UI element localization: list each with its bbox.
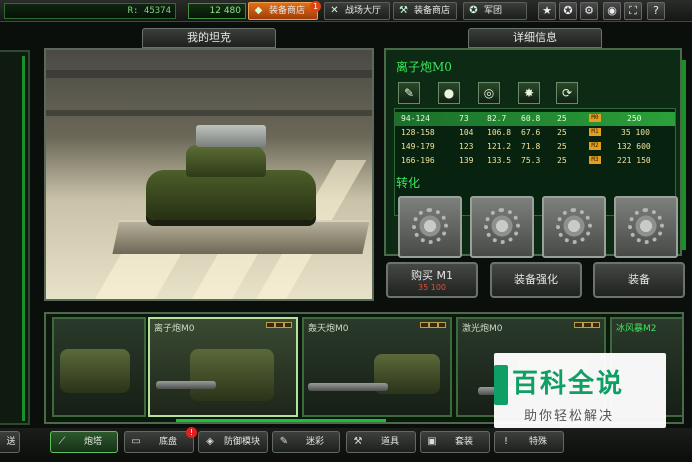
level-indicator (266, 322, 292, 328)
gear-icon (556, 208, 592, 244)
special-icon: ! (503, 436, 508, 447)
gear-icon (628, 208, 664, 244)
part-label: 轰天炮M0 (308, 324, 349, 334)
reload-icon: ⟳ (556, 82, 578, 104)
nav-battle-hall[interactable]: ✕ 战场大厅 (324, 2, 390, 20)
part-barrel (156, 381, 216, 389)
tab-defense-module[interactable]: ◈ 防御模块 (198, 431, 268, 453)
upgrade-button[interactable]: 装备强化 (490, 262, 582, 298)
table-row[interactable]: 149-179 123 121.2 71.8 25 M2 132 600 (395, 140, 675, 154)
table-row[interactable]: 94-124 73 82.7 60.8 25 M0 250 (395, 112, 675, 126)
tab-chassis[interactable]: ▭ 底盘 ! (124, 427, 197, 453)
nav-equipment-shop-2[interactable]: ⚒ 装备商店 (393, 2, 457, 20)
notification-badge: 1 (310, 1, 321, 12)
gear-icon (412, 208, 448, 244)
damage-icon: ✎ (398, 82, 420, 104)
part-label: 冰风暴M2 (616, 324, 657, 334)
chassis-icon: ▭ (131, 436, 141, 447)
convert-slot-4[interactable] (614, 196, 678, 258)
tab-camouflage[interactable]: ✎ 迷彩 (272, 431, 340, 453)
left-side-panel (0, 50, 30, 425)
part-card-sky-cannon[interactable]: 轰天炮M0 (302, 317, 452, 417)
shield-icon: ◈ (206, 436, 214, 447)
tab-turret[interactable]: ⟋ 炮塔 (50, 431, 118, 453)
fullscreen-icon[interactable]: ⛶ (624, 2, 642, 20)
tab-special[interactable]: ! 特殊 (494, 431, 564, 453)
wrench-icon: ⚒ (353, 436, 363, 447)
nav-legion[interactable]: ✪ 军团 (463, 2, 527, 20)
tank-hull (146, 170, 316, 220)
category-tabs: 送 ⟋ 炮塔 ▭ 底盘 ! ◈ 防御模块 ✎ 迷彩 ⚒ 道具 ▣ 套装 ! 特殊 (0, 427, 692, 462)
watermark-title: 百科全说 (512, 369, 625, 399)
part-card-ion-cannon[interactable]: 离子炮M0 (148, 317, 298, 417)
shop-icon: ◆ (254, 5, 263, 16)
details-header: 详细信息 (468, 28, 602, 48)
brand-bar-icon (494, 365, 508, 405)
convert-slot-1[interactable] (398, 196, 462, 258)
table-row[interactable]: 166-196 139 133.5 75.3 25 M3 221 150 (395, 154, 675, 168)
medal-icon[interactable]: ✪ (559, 2, 577, 20)
convert-label: 转化 (396, 176, 421, 190)
nav-label: 军团 (484, 6, 503, 16)
part-image (60, 349, 130, 393)
brush-icon: ✎ (279, 436, 289, 447)
table-row[interactable]: 128-158 104 106.8 67.6 25 M1 35 100 (395, 126, 675, 140)
part-label: 激光炮M0 (462, 324, 503, 334)
tools-icon: ⚒ (399, 5, 408, 16)
gold-counter: 12 480 (188, 3, 246, 19)
watermark-subtitle: 助你轻松解决 (524, 409, 615, 424)
crossed-swords-icon: ✕ (330, 5, 339, 16)
tank-turret (186, 145, 266, 177)
parts-scrollbar[interactable] (176, 419, 386, 422)
fire-rate-icon: ● (438, 82, 460, 104)
kit-icon: ▣ (427, 436, 437, 447)
star-icon[interactable]: ★ (538, 2, 556, 20)
buy-price: 35 100 (418, 283, 446, 292)
equip-button[interactable]: 装备 (593, 262, 685, 298)
scroll-strip[interactable] (22, 56, 25, 421)
top-bar: R: 45374 12 480 ◆ 装备商店 1 ✕ 战场大厅 ⚒ 装备商店 ✪… (0, 0, 692, 22)
tank-platform (112, 220, 370, 254)
buy-button[interactable]: 购买 M1 35 100 (386, 262, 478, 298)
tank-preview[interactable] (44, 48, 374, 301)
gear-icon (484, 208, 520, 244)
turret-icon: ⟋ (58, 436, 66, 447)
resource-counter: R: 45374 (4, 3, 176, 19)
convert-slot-3[interactable] (542, 196, 606, 258)
convert-slot-2[interactable] (470, 196, 534, 258)
details-scrollbar[interactable] (682, 60, 686, 250)
weapon-name: 离子炮M0 (396, 60, 452, 74)
buy-label: 购买 M1 (411, 269, 453, 282)
clock-icon[interactable]: ◉ (603, 2, 621, 20)
level-indicator (420, 322, 446, 328)
tab-fragment[interactable]: 送 (0, 431, 20, 453)
watermark: 百科全说 助你轻松解决 (494, 353, 666, 428)
part-image (190, 349, 274, 401)
level-indicator (574, 322, 600, 328)
attribute-icons: ✎ ● ◎ ✸ ⟳ (396, 80, 676, 108)
my-tank-header: 我的坦克 (142, 28, 276, 48)
accuracy-icon: ◎ (478, 82, 500, 104)
nav-label: 装备商店 (414, 6, 451, 16)
details-panel: 离子炮M0 ✎ ● ◎ ✸ ⟳ 94-124 73 82.7 60.8 25 M… (384, 48, 682, 258)
nav-equipment-shop[interactable]: ◆ 装备商店 1 (248, 1, 321, 20)
help-icon[interactable]: ? (647, 2, 665, 20)
part-barrel (308, 383, 388, 391)
settings-icon[interactable]: ⚙ (580, 2, 598, 20)
nav-label: 装备商店 (269, 6, 306, 16)
part-label: 离子炮M0 (154, 324, 195, 334)
range-icon: ✸ (518, 82, 540, 104)
tab-kits[interactable]: ▣ 套装 (420, 431, 490, 453)
alert-badge: ! (186, 427, 197, 438)
tab-items[interactable]: ⚒ 道具 (346, 431, 416, 453)
part-card-0[interactable] (52, 317, 146, 417)
nav-label: 战场大厅 (345, 6, 382, 16)
medal-icon: ✪ (469, 5, 478, 16)
tank-weapon (196, 125, 266, 147)
